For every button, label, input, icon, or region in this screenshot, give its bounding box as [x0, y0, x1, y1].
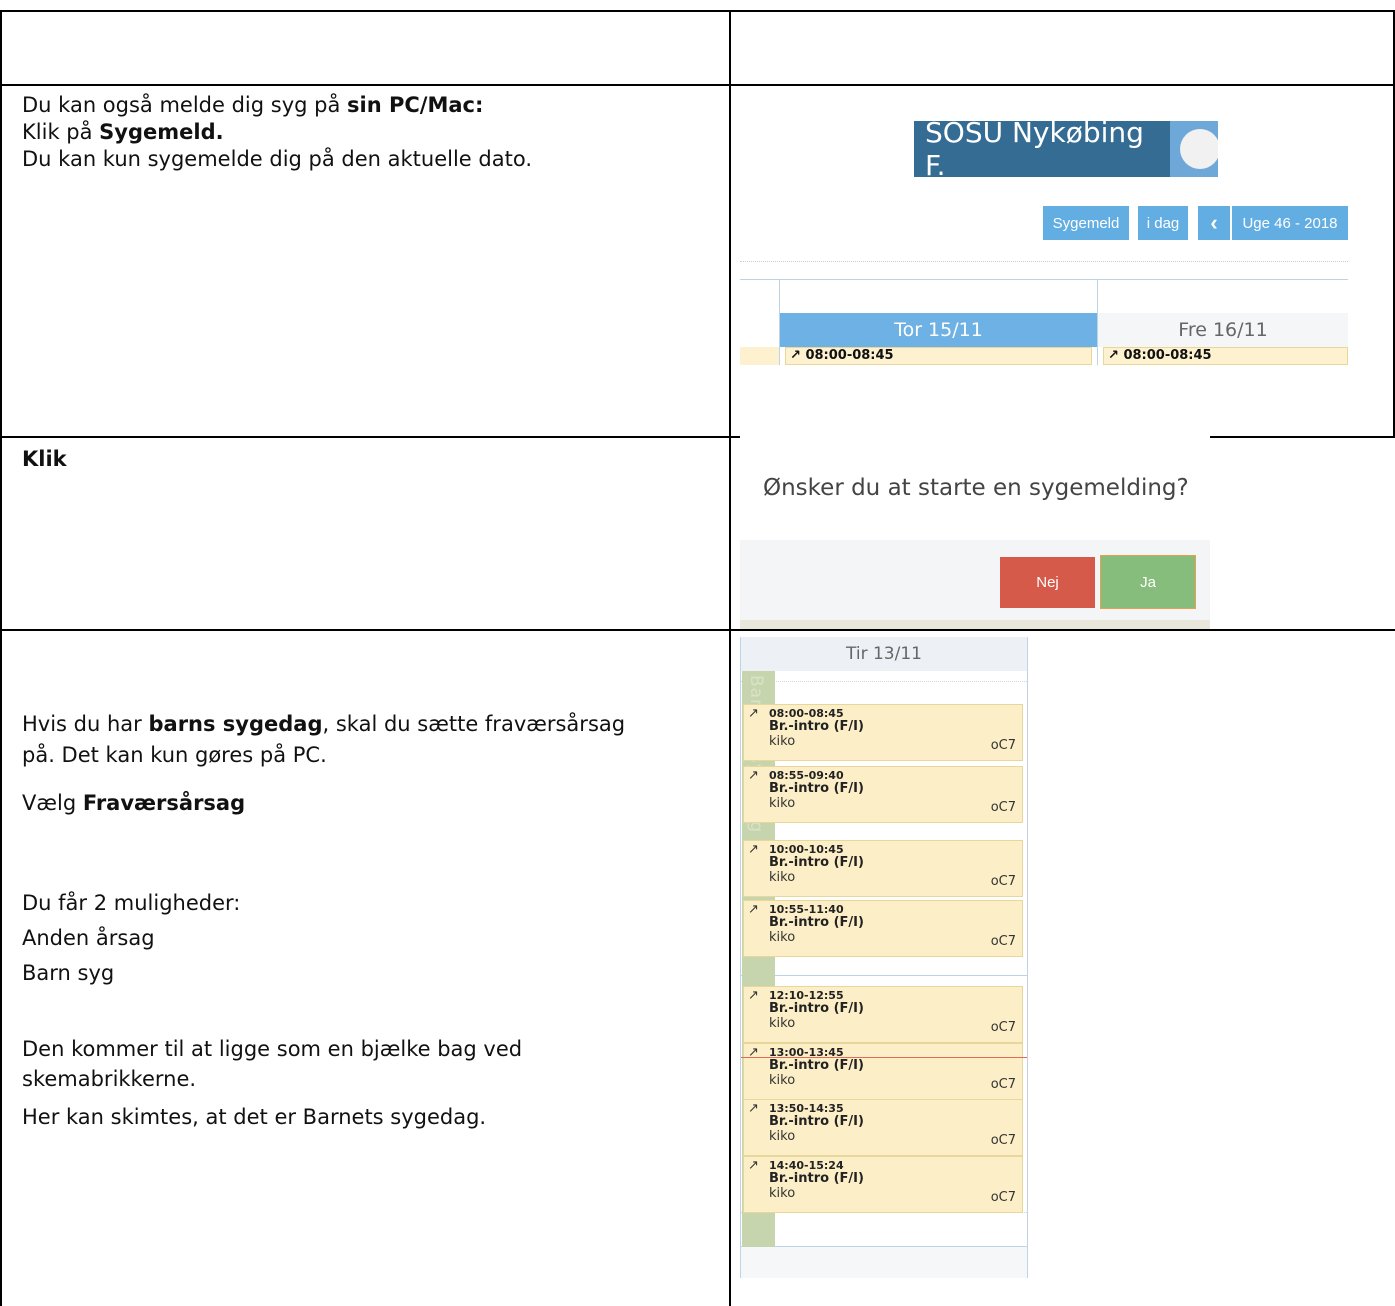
week-selector[interactable]: Uge 46 - 2018	[1232, 206, 1348, 240]
event-room: oC7	[990, 1077, 1016, 1092]
event-subject: Br.-intro (F/I)	[769, 1114, 864, 1129]
day-label: Tor 15/11	[894, 319, 983, 341]
external-link-icon: ↗	[748, 988, 759, 1003]
event-time: ↗ 08:00-08:45	[790, 348, 894, 363]
external-link-icon: ↗	[790, 348, 801, 363]
event-card[interactable]: ↗ 13:50-14:35 Br.-intro (F/I) kiko oC7	[743, 1099, 1023, 1156]
click-label: Klik	[22, 447, 67, 471]
school-brand-banner: SOSU Nykøbing F.	[914, 116, 1170, 182]
event-room: oC7	[990, 874, 1016, 889]
event-card[interactable]: ↗ 08:55-09:40 Br.-intro (F/I) kiko oC7	[743, 766, 1023, 823]
confirm-question: Ønsker du at starte en sygemelding?	[763, 475, 1189, 501]
event-teacher: kiko	[769, 734, 796, 749]
bar-explanation-line-3: Her kan skimtes, at det er Barnets syged…	[22, 1105, 487, 1129]
event-time: ↗ 08:00-08:45	[1108, 348, 1212, 363]
today-button[interactable]: i dag	[1138, 206, 1188, 240]
column-divider	[729, 10, 731, 1306]
event-room: oC7	[990, 1133, 1016, 1148]
event-teacher: kiko	[769, 1129, 796, 1144]
sygemeld-button[interactable]: Sygemeld	[1043, 206, 1129, 240]
event-room: oC7	[990, 1190, 1016, 1205]
lunch-line	[741, 975, 1027, 976]
choose-reason-line: Vælg Fraværsårsag	[22, 791, 246, 815]
current-time-line	[741, 1057, 1027, 1058]
event-card[interactable]: ↗ 13:00-13:45 Br.-intro (F/I) kiko oC7	[743, 1043, 1023, 1100]
hour-line	[741, 681, 1027, 682]
event-teacher: kiko	[769, 1073, 796, 1088]
bar-explanation-line-2: skemabrikkerne.	[22, 1067, 197, 1091]
event-room: oC7	[990, 1020, 1016, 1035]
end-area	[741, 1247, 1027, 1278]
event-card[interactable]: ↗ 14:40-15:24 Br.-intro (F/I) kiko oC7	[743, 1156, 1023, 1213]
external-link-icon: ↗	[1108, 348, 1119, 363]
row-divider-2b	[1210, 436, 1395, 438]
event-teacher: kiko	[769, 930, 796, 945]
event-room: oC7	[990, 800, 1016, 815]
instruction-line-2: Klik på Sygemeld.	[22, 120, 224, 144]
event-subject: Br.-intro (F/I)	[769, 719, 864, 734]
event-subject: Br.-intro (F/I)	[769, 915, 864, 930]
event-room: oC7	[990, 934, 1016, 949]
day-header-friday[interactable]: Fre 16/11	[1098, 313, 1348, 347]
event-strip-left	[740, 347, 779, 365]
external-link-icon: ↗	[748, 1101, 759, 1116]
day-label: Fre 16/11	[1178, 319, 1268, 341]
event-teacher: kiko	[769, 796, 796, 811]
dialog-footer-edge	[740, 620, 1210, 629]
table-border-top	[0, 10, 1395, 12]
calendar-grid-line	[740, 279, 1348, 280]
avatar-circle-icon	[1180, 129, 1218, 169]
event-teacher: kiko	[769, 1016, 796, 1031]
event-card[interactable]: ↗ 10:55-11:40 Br.-intro (F/I) kiko oC7	[743, 900, 1023, 957]
event-thursday[interactable]: ↗ 08:00-08:45	[785, 347, 1092, 365]
no-button[interactable]: Nej	[1000, 557, 1095, 608]
event-subject: Br.-intro (F/I)	[769, 1001, 864, 1016]
option-child-sick: Barn syg	[22, 961, 115, 985]
table-border-left	[0, 10, 2, 1306]
instruction-line-3: Du kan kun sygemelde dig på den aktuelle…	[22, 147, 532, 171]
day-header-thursday[interactable]: Tor 15/11	[780, 313, 1097, 347]
calendar-header-line	[740, 261, 1348, 263]
external-link-icon: ↗	[748, 768, 759, 783]
instruction-line-1: Du kan også melde dig syg på sin PC/Mac:	[22, 93, 484, 117]
yes-button[interactable]: Ja	[1100, 555, 1196, 609]
event-card[interactable]: ↗ 10:00-10:45 Br.-intro (F/I) kiko oC7	[743, 840, 1023, 897]
event-subject: Br.-intro (F/I)	[769, 1058, 864, 1073]
event-teacher: kiko	[769, 1186, 796, 1201]
sick-child-paragraph-line-1: Hvis du har barns sygedag, skal du sætte…	[22, 712, 626, 736]
event-card[interactable]: ↗ 08:00-08:45 Br.-intro (F/I) kiko oC7	[743, 704, 1023, 761]
previous-week-button[interactable]: ‹	[1198, 206, 1230, 240]
event-subject: Br.-intro (F/I)	[769, 1171, 864, 1186]
event-friday[interactable]: ↗ 08:00-08:45	[1103, 347, 1348, 365]
row-divider-2	[0, 436, 740, 438]
event-subject: Br.-intro (F/I)	[769, 855, 864, 870]
sick-child-paragraph-line-2: på. Det kan kun gøres på PC.	[22, 743, 327, 767]
event-teacher: kiko	[769, 870, 796, 885]
external-link-icon: ↗	[748, 706, 759, 721]
option-other-reason: Anden årsag	[22, 926, 155, 950]
bar-explanation-line-1: Den kommer til at ligge som en bjælke ba…	[22, 1037, 523, 1061]
row-divider-1	[0, 84, 1395, 86]
external-link-icon: ↗	[748, 1158, 759, 1173]
event-subject: Br.-intro (F/I)	[769, 781, 864, 796]
event-card[interactable]: ↗ 12:10-12:55 Br.-intro (F/I) kiko oC7	[743, 986, 1023, 1043]
external-link-icon: ↗	[748, 842, 759, 857]
row-divider-3	[0, 629, 1395, 631]
event-room: oC7	[990, 738, 1016, 753]
options-intro: Du får 2 muligheder:	[22, 891, 241, 915]
brand-name: SOSU Nykøbing F.	[925, 116, 1144, 182]
day-header-tuesday[interactable]: Tir 13/11	[741, 637, 1027, 671]
external-link-icon: ↗	[748, 902, 759, 917]
avatar[interactable]	[1170, 121, 1218, 177]
day-label: Tir 13/11	[846, 644, 922, 664]
